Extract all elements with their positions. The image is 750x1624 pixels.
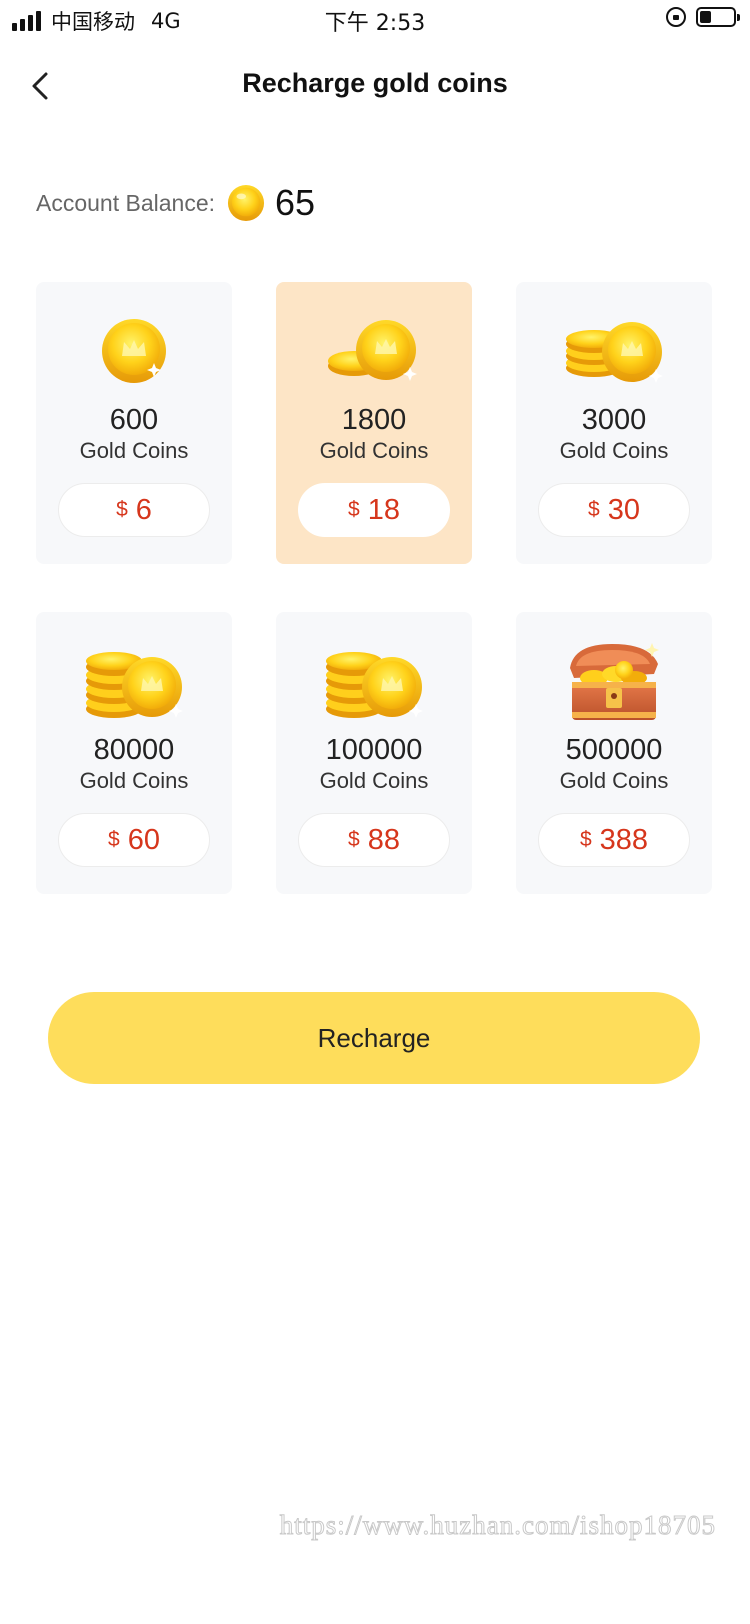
price-pill[interactable]: $ 30 [538, 483, 690, 537]
coin-stacks-icon [86, 652, 183, 718]
package-card[interactable]: 3000 Gold Coins $ 30 [516, 282, 712, 564]
balance-label: Account Balance: [36, 189, 216, 216]
price-currency: $ [588, 498, 600, 521]
rotation-lock-icon [666, 7, 686, 27]
price-value: 388 [599, 823, 649, 856]
package-amount: 500000 [565, 734, 663, 766]
card-image [36, 636, 232, 726]
package-grid: 600 Gold Coins $ 6 1800 Gold Coins $ 18 [36, 282, 716, 894]
page-title: Recharge gold coins [242, 68, 508, 98]
price-pill[interactable]: $ 60 [58, 813, 210, 867]
package-card[interactable]: 600 Gold Coins $ 6 [36, 282, 232, 564]
price-currency: $ [348, 828, 360, 851]
price-value: 88 [367, 823, 400, 856]
card-image [276, 636, 472, 726]
package-unit: Gold Coins [319, 438, 429, 463]
package-amount: 1800 [341, 404, 407, 436]
package-amount: 3000 [581, 404, 647, 436]
gold-coin-icon [227, 184, 265, 222]
price-currency: $ [579, 828, 592, 851]
price-value: 6 [135, 493, 152, 526]
package-card[interactable]: 100000 Gold Coins $ 88 [276, 612, 472, 894]
header: Recharge gold coins [0, 56, 750, 116]
package-amount: 600 [109, 404, 159, 436]
package-unit: Gold Coins [559, 768, 669, 793]
card-image [516, 306, 712, 396]
price-pill[interactable]: $ 18 [298, 483, 450, 537]
single-coin-icon [102, 319, 166, 383]
package-amount: 80000 [93, 734, 175, 766]
package-amount: 100000 [325, 734, 423, 766]
price-value: 60 [127, 823, 160, 856]
package-unit: Gold Coins [79, 438, 189, 463]
price-currency: $ [116, 498, 128, 521]
card-image [516, 636, 712, 726]
package-unit: Gold Coins [559, 438, 669, 463]
package-card-selected[interactable]: 1800 Gold Coins $ 18 [276, 282, 472, 564]
card-image [276, 306, 472, 396]
package-card[interactable]: 500000 Gold Coins $ 388 [516, 612, 712, 894]
battery-icon [696, 7, 740, 27]
price-value: 18 [367, 493, 400, 526]
recharge-button[interactable]: Recharge [48, 992, 700, 1084]
card-image [36, 306, 232, 396]
price-currency: $ [108, 828, 120, 851]
two-coins-icon [328, 320, 417, 381]
price-pill[interactable]: $ 88 [298, 813, 450, 867]
package-card[interactable]: 80000 Gold Coins $ 60 [36, 612, 232, 894]
coin-stack-icon [566, 322, 663, 383]
package-unit: Gold Coins [319, 768, 429, 793]
coin-stacks-icon [326, 652, 423, 718]
package-unit: Gold Coins [79, 768, 189, 793]
price-pill[interactable]: $ 388 [538, 813, 690, 867]
status-bar: 中国移动 4G 下午 2:53 [0, 0, 750, 40]
price-currency: $ [348, 498, 360, 521]
battery-level [700, 11, 712, 23]
status-right [666, 7, 740, 27]
watermark: https://www.huzhan.com/ishop18705 [279, 1510, 716, 1541]
price-value: 30 [607, 493, 640, 526]
status-time: 下午 2:53 [324, 11, 426, 36]
treasure-chest-icon [570, 643, 659, 720]
balance-value: 65 [275, 182, 316, 223]
price-pill[interactable]: $ 6 [58, 483, 210, 537]
account-balance: Account Balance: 65 [36, 182, 315, 224]
